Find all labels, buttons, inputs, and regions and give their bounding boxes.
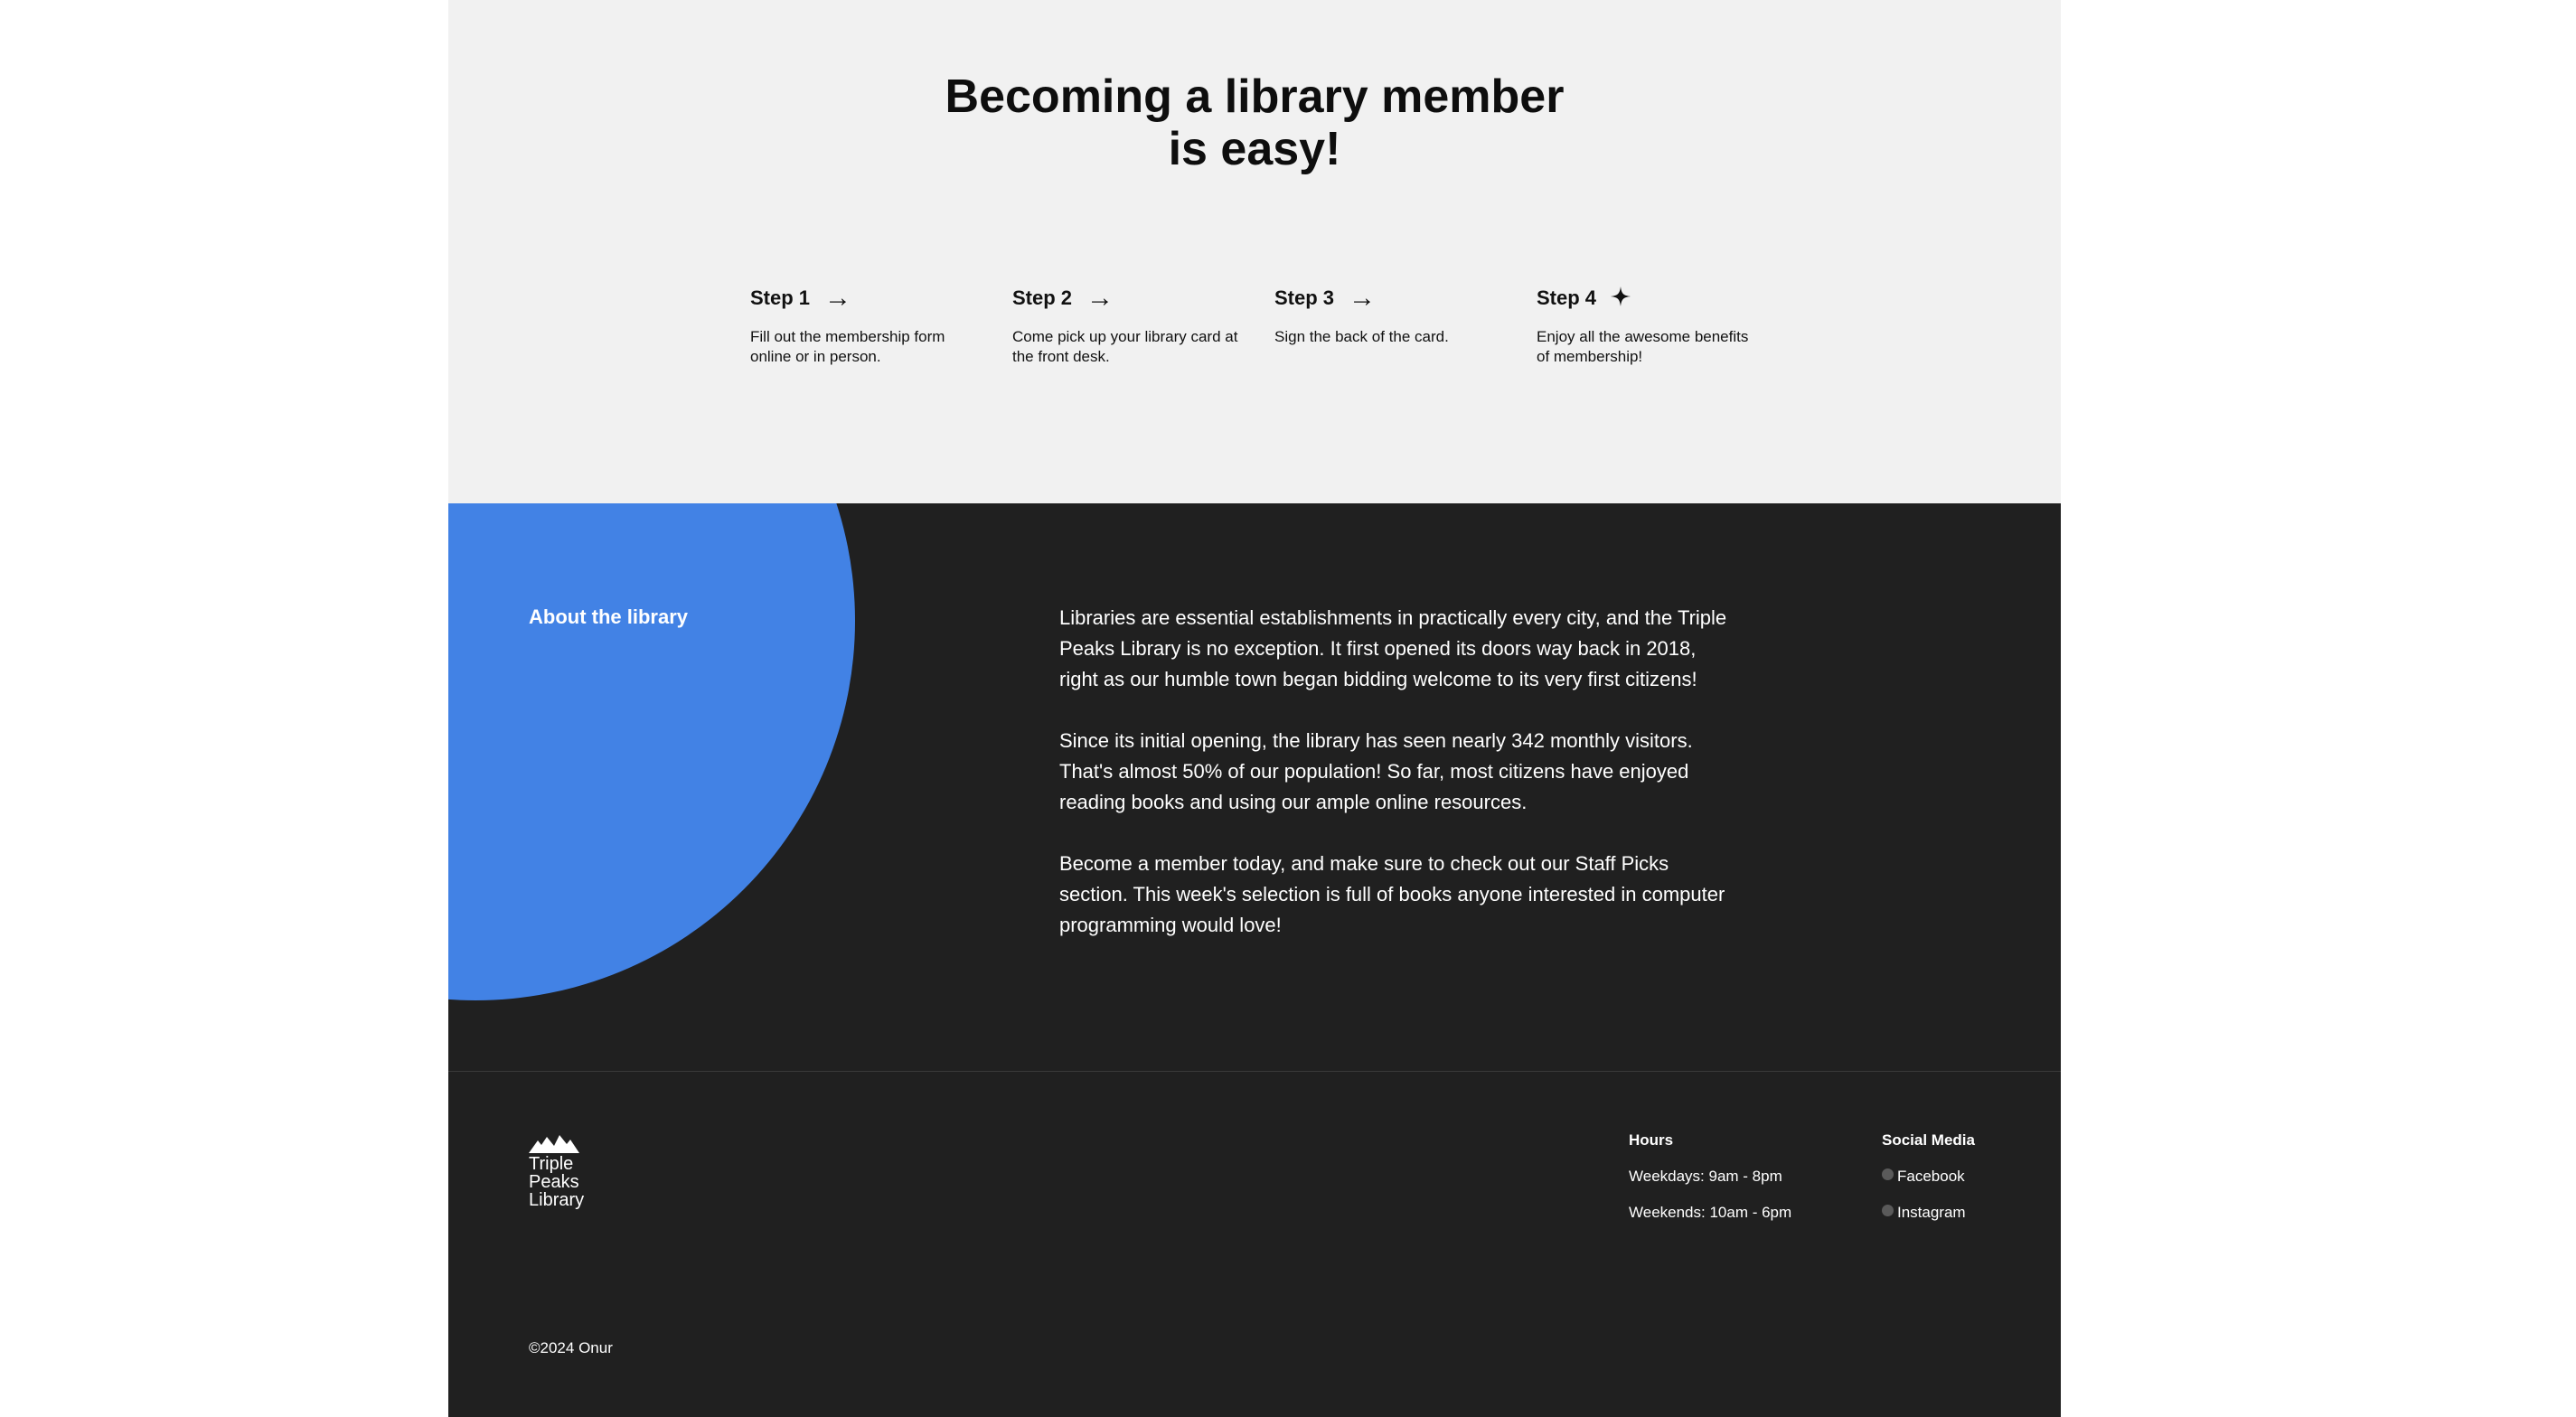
library-logo[interactable]: Triple Peaks Library (529, 1133, 584, 1209)
about-paragraph-2: Since its initial opening, the library h… (1059, 729, 1693, 813)
step-title: Step 2 → (1012, 280, 1247, 316)
hours-weekends: Weekends: 10am - 6pm (1629, 1204, 1792, 1221)
step-3-label: Step 3 (1274, 286, 1335, 309)
social-link-facebook[interactable]: Facebook (1882, 1168, 1975, 1186)
about-section: About the library Libraries are essentia… (448, 503, 2061, 1071)
page: Becoming a library member is easy! Step … (448, 0, 2061, 1417)
blue-circle-decoration (448, 503, 855, 1000)
step-2: Step 2 → Come pick up your library card … (1012, 280, 1247, 367)
step-title: Step 3 → (1274, 280, 1509, 316)
step-title: Step 4 (1537, 280, 1772, 316)
instagram-icon (1882, 1204, 1894, 1216)
membership-heading-line2: is easy! (1168, 123, 1341, 175)
logo-line-3: Library (529, 1190, 585, 1210)
step-4: Step 4 Enjoy all the awesome benefits of… (1537, 280, 1772, 367)
about-title: About the library (529, 605, 689, 628)
step-4-label: Step 4 (1537, 286, 1597, 309)
step-title: Step 1 → (750, 280, 985, 316)
hours-weekdays: Weekdays: 9am - 8pm (1629, 1168, 1782, 1185)
membership-heading-line1: Becoming a library member (945, 70, 1565, 123)
social-link-instagram[interactable]: Instagram (1882, 1204, 1975, 1222)
step-1-text: Fill out the membership form online or i… (750, 328, 945, 365)
social-title: Social Media (1882, 1131, 1975, 1149)
about-paragraph-3: Become a member today, and make sure to … (1059, 852, 1725, 936)
step-1: Step 1 → Fill out the membership form on… (750, 280, 985, 367)
hours-title: Hours (1629, 1131, 1674, 1149)
membership-heading: Becoming a library member is easy! (448, 70, 2061, 175)
copyright: ©2024 Onur (529, 1339, 613, 1356)
membership-section: Becoming a library member is easy! Step … (448, 0, 2061, 503)
arrow-right-icon: → (1349, 283, 1377, 313)
step-3-text: Sign the back of the card. (1274, 328, 1449, 345)
footer: Triple Peaks Library Hours Weekdays: 9am… (448, 1071, 2061, 1417)
step-2-label: Step 2 (1012, 286, 1073, 309)
logo-line-2: Peaks (529, 1172, 579, 1192)
step-2-text: Come pick up your library card at the fr… (1012, 328, 1238, 365)
arrow-right-icon: → (824, 283, 852, 313)
step-3: Step 3 → Sign the back of the card. (1274, 280, 1509, 347)
facebook-icon (1882, 1168, 1894, 1180)
instagram-label: Instagram (1897, 1204, 1966, 1221)
step-4-text: Enjoy all the awesome benefits of member… (1537, 328, 1749, 365)
logo-text: Triple Peaks Library (529, 1155, 584, 1209)
about-text: Libraries are essential establishments i… (1059, 603, 1737, 971)
step-1-label: Step 1 (750, 286, 811, 309)
sparkle-icon (1611, 285, 1631, 312)
logo-line-1: Triple (529, 1154, 574, 1174)
arrow-right-icon: → (1086, 283, 1114, 313)
about-paragraph-1: Libraries are essential establishments i… (1059, 606, 1727, 690)
social-column: Social Media Facebook Instagram (1882, 1131, 1975, 1240)
mountain-logo-icon (529, 1135, 579, 1153)
hours-column: Hours Weekdays: 9am - 8pm Weekends: 10am… (1629, 1131, 1791, 1240)
facebook-label: Facebook (1897, 1168, 1965, 1185)
